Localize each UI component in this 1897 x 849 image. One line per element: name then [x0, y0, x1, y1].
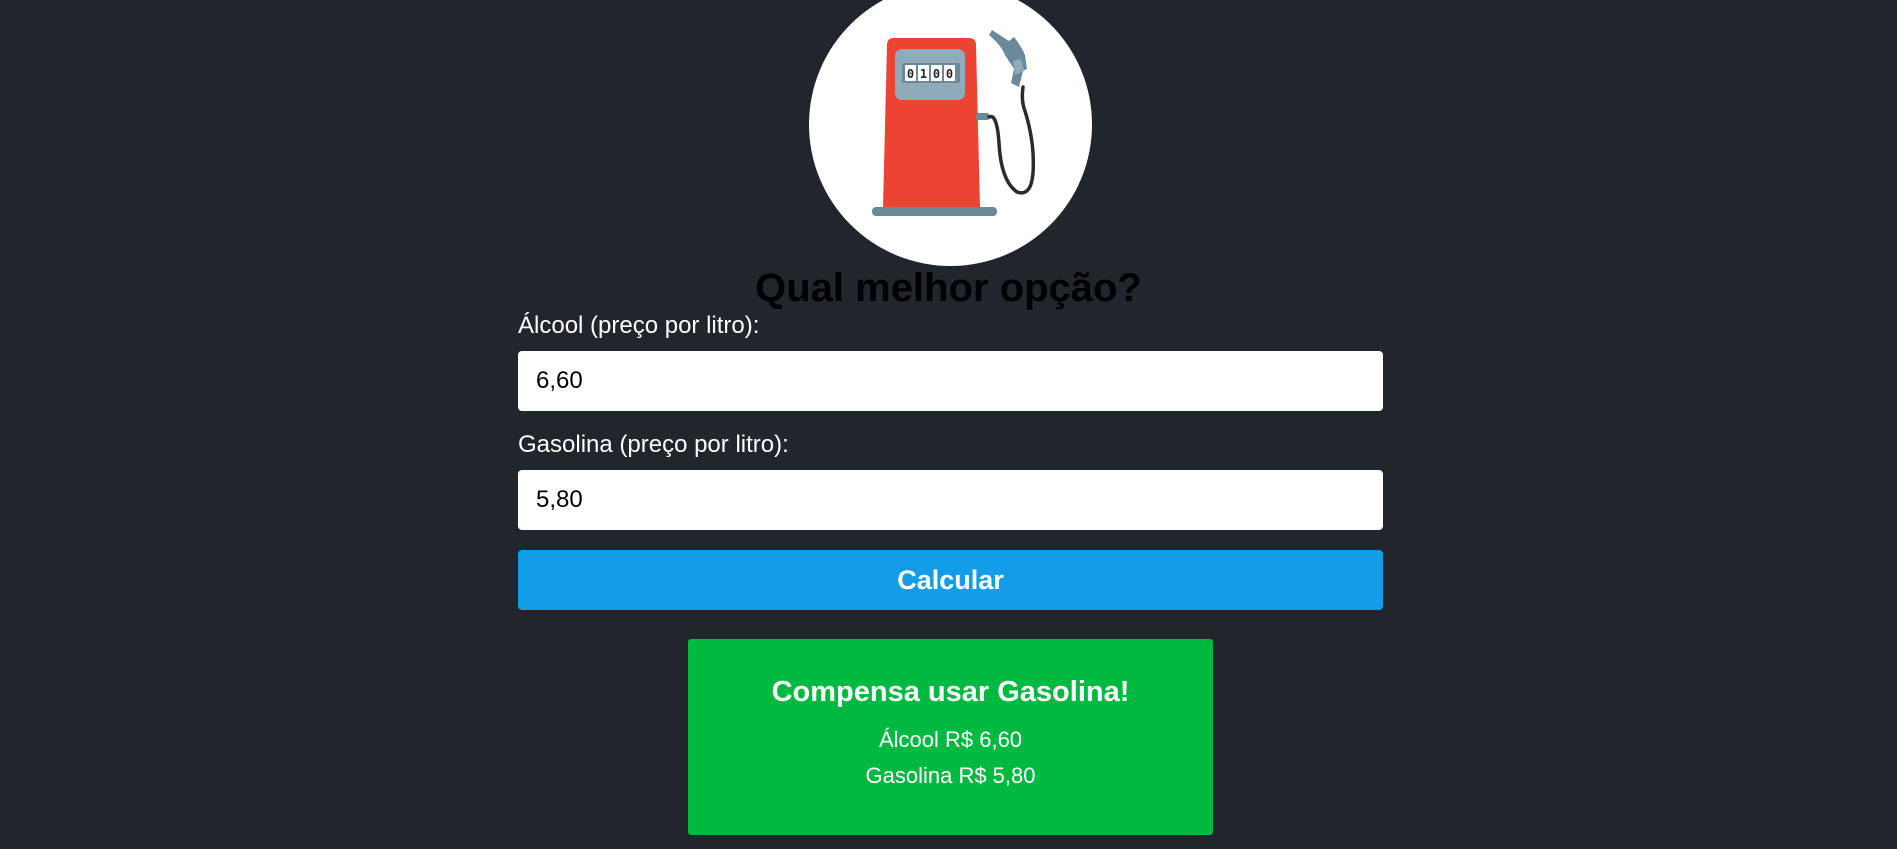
app-page: 0 1 0 0 Qual melhor opção? Álcool (preço… [0, 0, 1897, 849]
calculate-button[interactable]: Calcular [518, 550, 1383, 610]
result-gasolina-price: Gasolina R$ 5,80 [865, 763, 1036, 788]
gasolina-label: Gasolina (preço por litro): [518, 431, 789, 458]
pump-nozzle [989, 30, 1027, 87]
hose-connector [976, 113, 989, 120]
result-box: Compensa usar Gasolina! Álcool R$ 6,60 G… [688, 639, 1213, 835]
result-alcool-price: Álcool R$ 6,60 [878, 727, 1023, 752]
counter-digit: 0 [946, 67, 953, 81]
fuel-pump-icon: 0 1 0 0 [872, 30, 1036, 216]
alcool-label: Álcool (preço por litro): [518, 312, 760, 339]
gasolina-price-input[interactable] [518, 470, 1383, 530]
counter-digit: 0 [907, 67, 914, 81]
page-title: Qual melhor opção? [755, 266, 1142, 310]
logo-circle: 0 1 0 0 [809, 0, 1092, 266]
pump-hose [987, 85, 1036, 195]
result-title: Compensa usar Gasolina! [771, 676, 1130, 708]
counter-digit: 1 [920, 67, 927, 81]
fuel-form: Álcool (preço por litro): Gasolina (preç… [518, 309, 1383, 610]
alcool-price-input[interactable] [518, 351, 1383, 411]
pump-base [872, 207, 997, 216]
counter-digit: 0 [933, 67, 940, 81]
